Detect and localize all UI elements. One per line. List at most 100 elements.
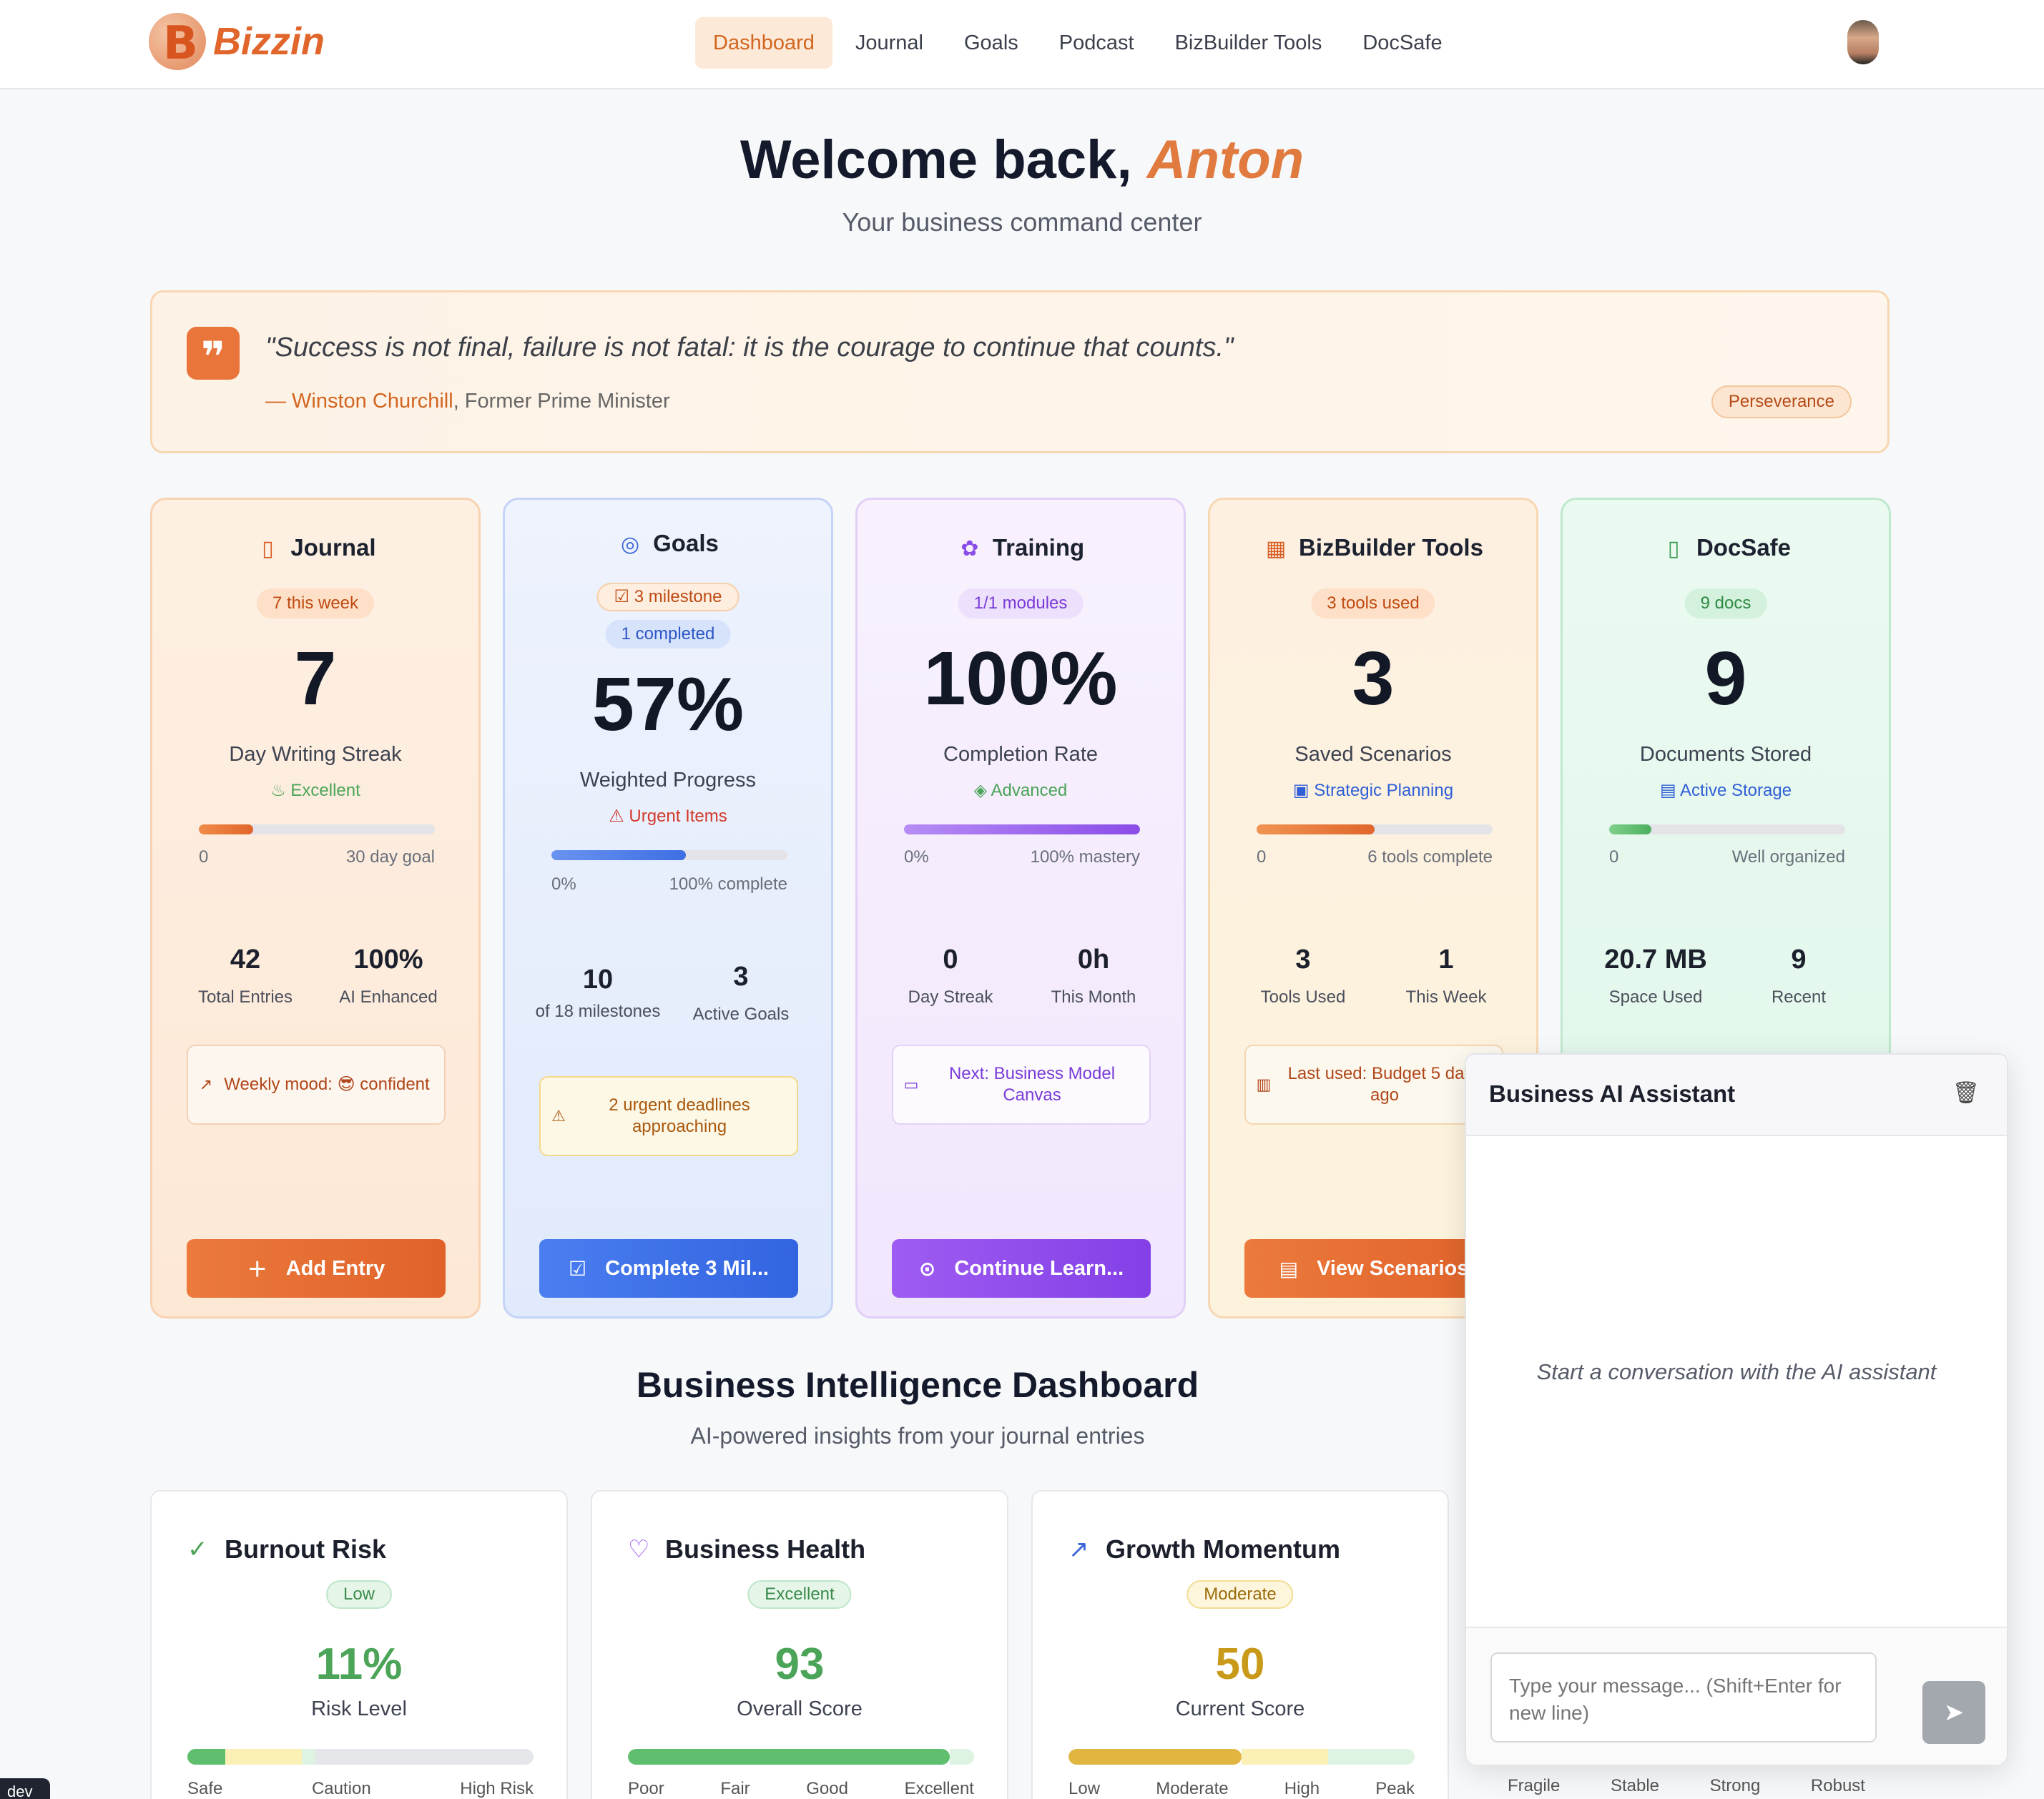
growth-label: Current Score bbox=[1175, 1697, 1305, 1720]
saved-scenarios-label: Saved Scenarios bbox=[1294, 743, 1452, 766]
nav-dashboard[interactable]: Dashboard bbox=[695, 17, 832, 69]
nav-podcast[interactable]: Podcast bbox=[1041, 17, 1152, 69]
complete-milestones-button[interactable]: ☑ Complete 3 Mil... bbox=[539, 1239, 798, 1298]
health-badge: Excellent bbox=[747, 1580, 852, 1609]
nav-goals[interactable]: Goals bbox=[946, 17, 1036, 69]
tools-progress-bar bbox=[1257, 824, 1493, 834]
top-navigation-bar: B Bizzin Dashboard Journal Goals Podcast… bbox=[0, 0, 2044, 89]
calculator-icon: ▦ bbox=[1265, 537, 1287, 561]
continue-learning-button[interactable]: ⊙ Continue Learn... bbox=[892, 1239, 1151, 1298]
completed-badge: 1 completed bbox=[605, 620, 731, 649]
health-label: Overall Score bbox=[737, 1697, 863, 1720]
growth-scale bbox=[1068, 1749, 1415, 1765]
welcome-heading: Welcome back, Anton bbox=[740, 129, 1304, 190]
archive-icon: ▤ bbox=[1659, 781, 1680, 800]
brand-name: Bizzin bbox=[213, 20, 325, 63]
health-value: 93 bbox=[775, 1640, 825, 1689]
graduation-cap-icon: ◈ bbox=[973, 781, 991, 800]
hidden-card-scale-labels: Fragile Stable Strong Robust bbox=[1508, 1776, 1865, 1795]
milestone-badge: ☑ 3 milestone bbox=[596, 583, 740, 611]
urgent-deadlines-note: ⚠ 2 urgent deadlines approaching bbox=[539, 1076, 798, 1156]
brand-logo[interactable]: B Bizzin bbox=[149, 13, 325, 70]
user-avatar[interactable] bbox=[1847, 20, 1879, 64]
file-icon: ▯ bbox=[1667, 537, 1680, 561]
card-title: ▯ DocSafe bbox=[1563, 534, 1889, 561]
tools-used-badge: 3 tools used bbox=[1311, 588, 1435, 618]
next-module-note[interactable]: ▭ Next: Business Model Canvas bbox=[892, 1045, 1151, 1125]
welcome-subtitle: Your business command center bbox=[842, 207, 1202, 237]
goals-urgent-status: ⚠ Urgent Items bbox=[609, 807, 727, 826]
goals-stats: 10 of 18 milestones 3 Active Goals bbox=[535, 962, 790, 1024]
daily-quote-card: ❞ "Success is not final, failure is not … bbox=[150, 290, 1890, 453]
book-icon: ▭ bbox=[903, 1075, 919, 1093]
warning-icon: ⚠ bbox=[551, 1107, 566, 1125]
chat-message-input[interactable] bbox=[1490, 1652, 1877, 1743]
documents-stored-label: Documents Stored bbox=[1639, 743, 1812, 766]
quote-icon: ❞ bbox=[187, 327, 240, 380]
trash-icon[interactable]: 🗑 bbox=[1952, 1080, 1980, 1105]
chat-composer: ➤ bbox=[1466, 1627, 2007, 1765]
journal-streak-label: Day Writing Streak bbox=[229, 743, 402, 766]
training-completion-value: 100% bbox=[923, 636, 1118, 721]
document-icon: ▤ bbox=[1279, 1257, 1299, 1280]
goals-progress-value: 57% bbox=[591, 662, 745, 746]
chat-header: Business AI Assistant 🗑 bbox=[1466, 1055, 2007, 1136]
add-entry-button[interactable]: ＋ Add Entry bbox=[187, 1239, 446, 1298]
nav-docsafe[interactable]: DocSafe bbox=[1345, 17, 1460, 69]
journal-progress-bar bbox=[199, 824, 435, 834]
nav-journal[interactable]: Journal bbox=[837, 17, 941, 69]
checkbox-icon: ☑ bbox=[569, 1257, 587, 1280]
modules-badge: 1/1 modules bbox=[958, 588, 1084, 618]
goals-progress-label: Weighted Progress bbox=[579, 769, 757, 792]
brain-icon: ✿ bbox=[960, 537, 979, 561]
burnout-value: 11% bbox=[315, 1640, 403, 1689]
training-stats: 0 Day Streak 0h This Month bbox=[908, 945, 1136, 1007]
briefcase-icon: ▣ bbox=[1292, 781, 1315, 800]
journal-card: ▯ Journal 7 this week 7 Day Writing Strea… bbox=[150, 498, 481, 1319]
flame-icon: ♨ bbox=[270, 781, 291, 800]
logo-icon: B bbox=[149, 13, 206, 70]
trend-icon: ↗ bbox=[199, 1075, 213, 1093]
journal-week-badge: 7 this week bbox=[256, 588, 375, 618]
notebook-icon: ▯ bbox=[262, 537, 274, 561]
journal-stats: 42 Total Entries 100% AI Enhanced bbox=[197, 945, 438, 1007]
weekly-mood-note: ↗ Weekly mood: 😎 confident bbox=[187, 1045, 446, 1125]
training-status: ◈ Advanced bbox=[973, 781, 1068, 800]
card-title: ▦ BizBuilder Tools bbox=[1210, 534, 1536, 561]
dev-badge: dev bbox=[0, 1778, 50, 1799]
card-title: ◎ Goals bbox=[505, 530, 831, 557]
saved-scenarios-value: 3 bbox=[1352, 636, 1395, 721]
tools-stats: 3 Tools Used 1 This Week bbox=[1260, 945, 1487, 1007]
documents-stored-value: 9 bbox=[1704, 636, 1747, 721]
docs-count-badge: 9 docs bbox=[1684, 588, 1767, 618]
growth-value: 50 bbox=[1215, 1640, 1265, 1689]
burnout-risk-card: ✓ Burnout Risk Low 11% Risk Level Safe Cau… bbox=[150, 1490, 568, 1799]
trending-up-icon: ↗ bbox=[1068, 1536, 1089, 1563]
plus-icon: ＋ bbox=[247, 1258, 267, 1281]
warning-icon: ⚠ bbox=[609, 807, 629, 826]
target-icon: ◎ bbox=[621, 533, 640, 556]
play-circle-icon: ⊙ bbox=[918, 1257, 936, 1280]
training-progress-bar bbox=[904, 824, 1140, 834]
nav-bizbuilder-tools[interactable]: BizBuilder Tools bbox=[1157, 17, 1340, 69]
business-health-card: ♡ Business Health Excellent 93 Overall Sc… bbox=[591, 1490, 1008, 1799]
send-icon[interactable]: ➤ bbox=[1922, 1681, 1985, 1744]
docs-progress-bar bbox=[1609, 824, 1845, 834]
checkbox-icon: ☑ bbox=[614, 587, 634, 606]
burnout-scale bbox=[187, 1749, 534, 1765]
growth-momentum-card: ↗ Growth Momentum Moderate 50 Current Sco… bbox=[1031, 1490, 1449, 1799]
training-completion-label: Completion Rate bbox=[943, 743, 1098, 766]
heart-icon: ♡ bbox=[628, 1536, 650, 1563]
burnout-label: Risk Level bbox=[311, 1697, 407, 1720]
tools-status: ▣ Strategic Planning bbox=[1292, 781, 1454, 800]
docs-status: ▤ Active Storage bbox=[1659, 781, 1792, 800]
user-name: Anton bbox=[1146, 129, 1304, 190]
docs-stats: 20.7 MB Space Used 9 Recent bbox=[1604, 945, 1827, 1007]
bar-chart-icon: ▥ bbox=[1256, 1075, 1272, 1093]
growth-badge: Moderate bbox=[1186, 1580, 1294, 1609]
card-title: ✿ Training bbox=[858, 534, 1184, 561]
training-card: ✿ Training 1/1 modules 100% Completion Ra… bbox=[855, 498, 1186, 1319]
check-circle-icon: ✓ bbox=[187, 1536, 208, 1563]
ai-assistant-panel: Business AI Assistant 🗑 Start a conversa… bbox=[1465, 1053, 2008, 1765]
journal-status: ♨ Excellent bbox=[270, 781, 360, 800]
